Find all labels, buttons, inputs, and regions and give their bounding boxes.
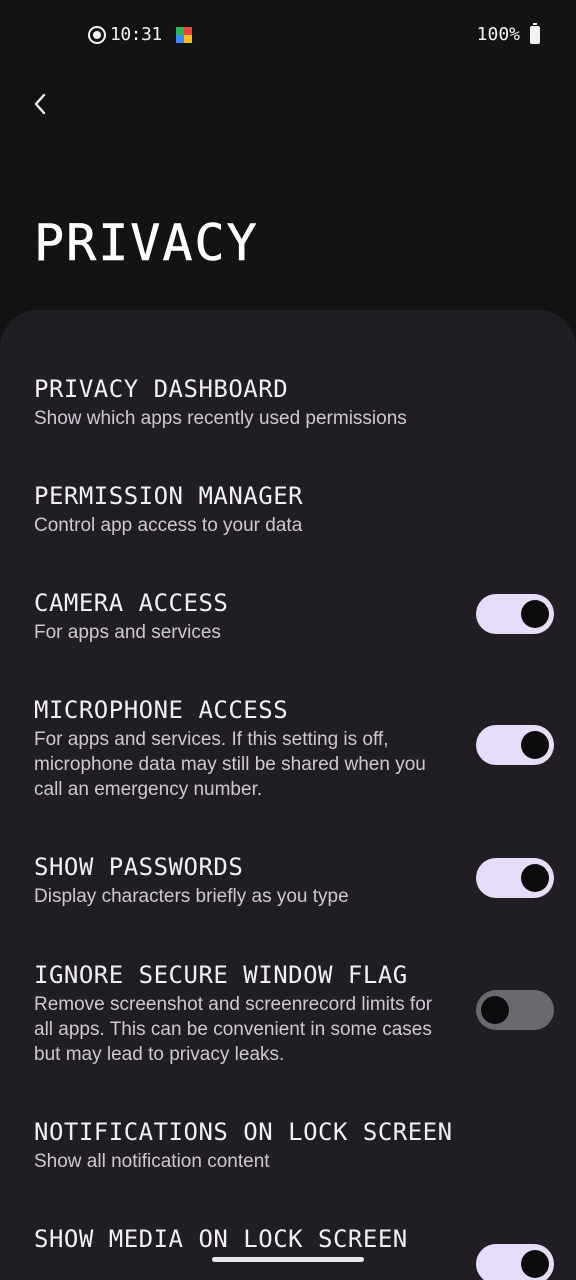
setting-privacy-dashboard[interactable]: PRIVACY DASHBOARD Show which apps recent…: [34, 374, 554, 431]
toggle-knob: [521, 731, 549, 759]
toggle-knob: [521, 1250, 549, 1278]
setting-permission-manager[interactable]: PERMISSION MANAGER Control app access to…: [34, 481, 554, 538]
chevron-left-icon: [34, 93, 46, 115]
back-button[interactable]: [22, 84, 58, 124]
setting-subtitle: Show which apps recently used permission…: [34, 408, 407, 429]
settings-list: PRIVACY DASHBOARD Show which apps recent…: [0, 310, 576, 1280]
status-bar: 10:31 100%: [0, 0, 576, 72]
setting-title: IGNORE SECURE WINDOW FLAG: [34, 961, 408, 989]
toggle-knob: [521, 864, 549, 892]
setting-subtitle: Show all notification content: [34, 1151, 270, 1172]
setting-subtitle: Remove screenshot and screenrecord limit…: [34, 994, 433, 1065]
screen-record-icon: [88, 25, 106, 44]
setting-notifications-on-lock-screen[interactable]: NOTIFICATIONS ON LOCK SCREEN Show all no…: [34, 1117, 554, 1174]
setting-show-media-on-lock-screen[interactable]: SHOW MEDIA ON LOCK SCREEN: [34, 1224, 554, 1280]
setting-show-passwords[interactable]: SHOW PASSWORDS Display characters briefl…: [34, 852, 554, 909]
play-store-icon: [175, 26, 192, 44]
setting-title: PRIVACY DASHBOARD: [34, 375, 289, 403]
ignore-secure-window-flag-toggle[interactable]: [476, 990, 554, 1030]
privacy-settings-screen: 10:31 100% PRIVACY PRIVACY DASHBOARD Sho…: [0, 0, 576, 1280]
setting-subtitle: Control app access to your data: [34, 515, 303, 536]
setting-subtitle: Display characters briefly as you type: [34, 886, 349, 907]
home-indicator[interactable]: [212, 1257, 364, 1262]
setting-title: PERMISSION MANAGER: [34, 482, 304, 510]
setting-camera-access[interactable]: CAMERA ACCESS For apps and services: [34, 588, 554, 645]
setting-microphone-access[interactable]: MICROPHONE ACCESS For apps and services.…: [34, 695, 554, 802]
status-time: 10:31: [110, 24, 162, 45]
status-right: 100%: [476, 22, 540, 45]
setting-title: NOTIFICATIONS ON LOCK SCREEN: [34, 1118, 453, 1146]
setting-subtitle: For apps and services. If this setting i…: [34, 729, 426, 800]
battery-percent: 100%: [476, 24, 520, 45]
status-left: 10:31: [88, 24, 192, 45]
show-media-toggle[interactable]: [476, 1244, 554, 1280]
toggle-knob: [481, 996, 509, 1024]
setting-subtitle: For apps and services: [34, 622, 221, 643]
setting-title: SHOW MEDIA ON LOCK SCREEN: [34, 1225, 408, 1253]
setting-title: MICROPHONE ACCESS: [34, 696, 289, 724]
microphone-access-toggle[interactable]: [476, 725, 554, 765]
page-title: PRIVACY: [34, 214, 259, 272]
setting-ignore-secure-window-flag[interactable]: IGNORE SECURE WINDOW FLAG Remove screens…: [34, 960, 554, 1067]
battery-icon: [530, 22, 540, 44]
camera-access-toggle[interactable]: [476, 594, 554, 634]
toggle-knob: [521, 600, 549, 628]
show-passwords-toggle[interactable]: [476, 858, 554, 898]
